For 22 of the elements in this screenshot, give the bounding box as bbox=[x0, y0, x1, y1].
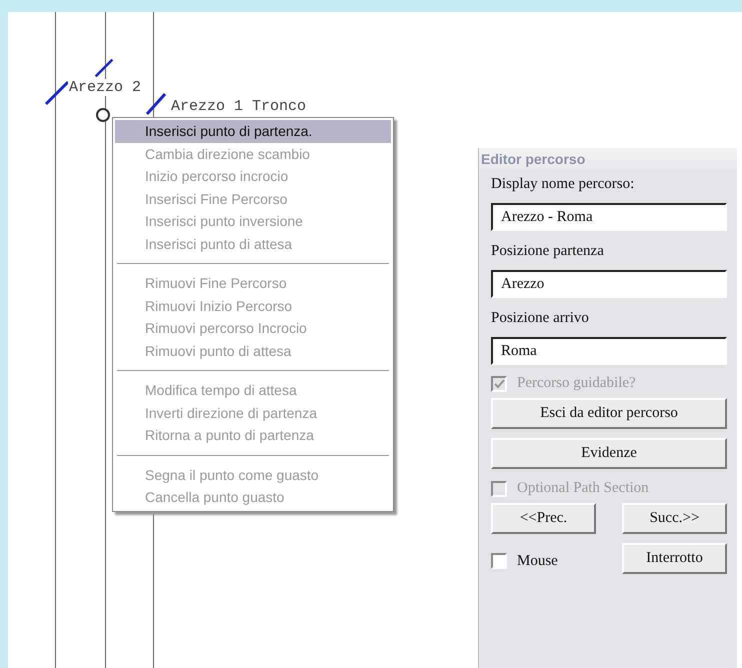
interrupted-button[interactable]: Interrotto bbox=[622, 543, 727, 574]
input-field[interactable]: Arezzo - Roma bbox=[491, 203, 727, 231]
checkbox[interactable] bbox=[491, 553, 507, 569]
exit-editor-button[interactable]: Esci da editor percorso bbox=[491, 398, 727, 429]
next-button[interactable]: Succ.>> bbox=[622, 503, 727, 534]
highlights-button[interactable]: Evidenze bbox=[491, 438, 727, 469]
input-field[interactable]: Arezzo bbox=[491, 270, 727, 298]
signal-icon bbox=[94, 58, 114, 78]
node-circle-icon[interactable] bbox=[95, 107, 111, 123]
panel-title: Editor percorso bbox=[479, 148, 737, 170]
field-label: Display nome percorso: bbox=[491, 176, 636, 193]
checkbox-label: Percorso guidabile? bbox=[517, 375, 636, 392]
checkbox-label: Mouse bbox=[517, 552, 558, 570]
signal-icon bbox=[145, 92, 167, 116]
field-label: Posizione arrivo bbox=[491, 310, 590, 327]
checkbox-label: Optional Path Section bbox=[517, 480, 649, 497]
field-label: Posizione partenza bbox=[491, 243, 605, 260]
input-field[interactable]: Roma bbox=[491, 337, 727, 365]
signal-icon bbox=[44, 80, 70, 106]
previous-button[interactable]: <<Prec. bbox=[491, 503, 596, 534]
menu-item[interactable]: Inserisci punto di partenza. bbox=[115, 120, 391, 142]
track-label: Arezzo 2 bbox=[68, 79, 142, 96]
